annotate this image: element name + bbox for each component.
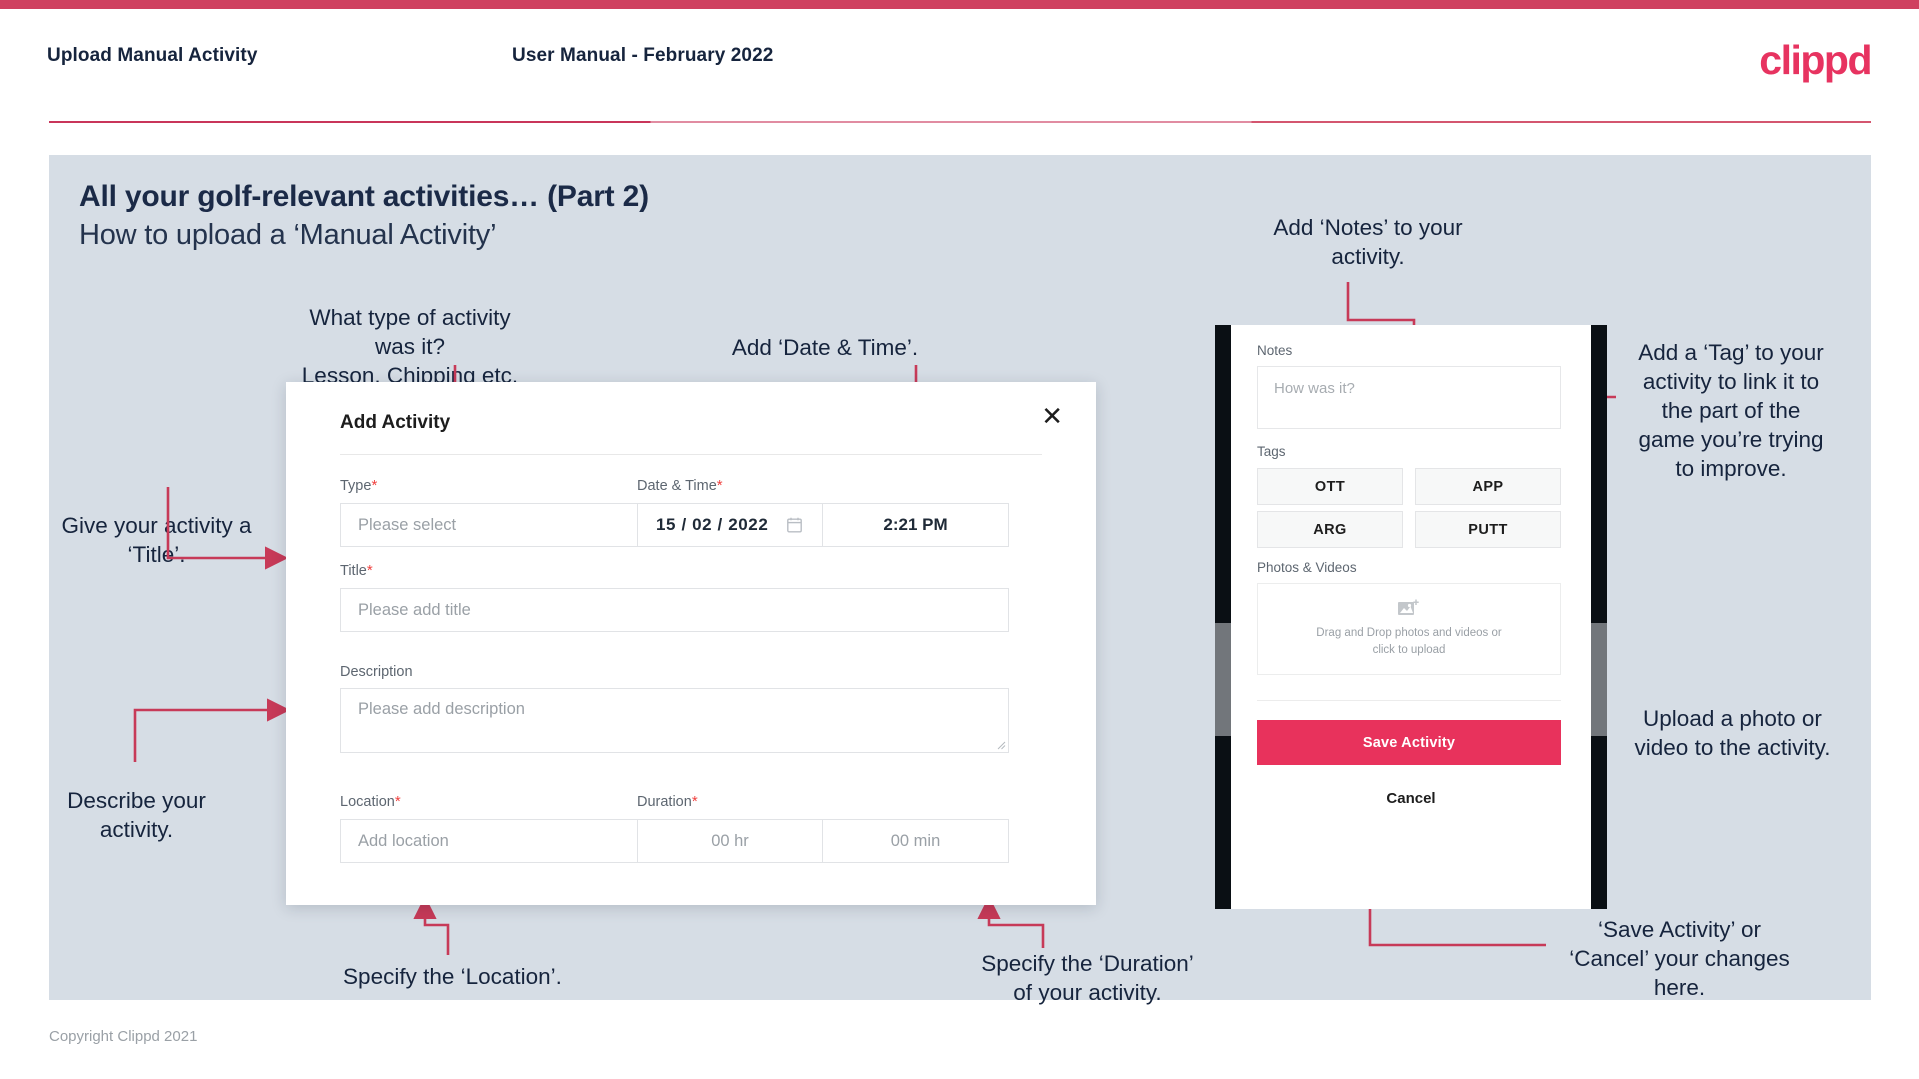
duration-label: Duration*	[637, 793, 698, 810]
type-placeholder: Please select	[358, 515, 457, 534]
datetime-label: Date & Time*	[637, 477, 723, 494]
clippd-logo: clippd	[1759, 37, 1872, 83]
mobile-divider	[1257, 700, 1561, 701]
mobile-upload-line2: click to upload	[1372, 644, 1446, 656]
slide-page: Upload Manual Activity User Manual - Feb…	[0, 0, 1919, 1079]
header-center-title: User Manual - February 2022	[512, 45, 774, 66]
slide-title-regular: How to upload a ‘Manual Activity’	[79, 219, 497, 251]
tag-app[interactable]: APP	[1415, 468, 1561, 505]
annotation-describe: Describe your activity.	[67, 788, 206, 842]
tag-ott[interactable]: OTT	[1257, 468, 1403, 505]
type-label: Type*	[340, 477, 377, 494]
duration-field: 00 hr 00 min	[637, 819, 1009, 863]
datetime-required-asterisk: *	[716, 477, 723, 494]
location-placeholder: Add location	[358, 831, 449, 850]
annotation-upload: Upload a photo or video to the activity.	[1634, 706, 1831, 760]
title-placeholder: Please add title	[358, 600, 471, 619]
add-activity-modal: Add Activity ✕ Type* Please select Date …	[286, 382, 1096, 905]
title-label: Title*	[340, 562, 373, 579]
copyright-text: Copyright Clippd 2021	[49, 1028, 198, 1045]
duration-hours-input[interactable]: 00 hr	[638, 820, 823, 862]
type-required-asterisk: *	[371, 477, 378, 494]
date-sep-1: /	[681, 515, 687, 534]
cancel-button[interactable]: Cancel	[1231, 790, 1591, 807]
datetime-label-text: Date & Time	[637, 478, 717, 494]
date-month: 02	[692, 515, 713, 534]
mobile-notes-placeholder: How was it?	[1274, 380, 1355, 397]
tag-arg[interactable]: ARG	[1257, 511, 1403, 548]
annotation-location: Specify the ‘Location’.	[343, 964, 562, 989]
annotation-save-cancel: ‘Save Activity’ or ‘Cancel’ your changes…	[1569, 917, 1790, 1000]
phone-bezel-right	[1591, 325, 1607, 909]
header-left-title: Upload Manual Activity	[47, 45, 258, 66]
duration-minutes-input[interactable]: 00 min	[823, 820, 1008, 862]
mobile-photos-label: Photos & Videos	[1257, 560, 1357, 575]
annotation-title: Give your activity a ‘Title’.	[61, 513, 252, 567]
close-icon[interactable]: ✕	[1041, 403, 1063, 429]
top-accent-bar	[0, 0, 1919, 9]
phone-screen: Notes How was it? Tags OTT APP ARG PUTT …	[1231, 325, 1591, 909]
mobile-phone-mock: Notes How was it? Tags OTT APP ARG PUTT …	[1215, 325, 1607, 909]
tag-putt[interactable]: PUTT	[1415, 511, 1561, 548]
datetime-field[interactable]: 15 / 02 / 2022 2:21 PM	[637, 503, 1009, 547]
type-label-text: Type	[340, 478, 372, 494]
mobile-notes-label: Notes	[1257, 343, 1293, 358]
mobile-upload-dropzone[interactable]: Drag and Drop photos and videos or click…	[1257, 583, 1561, 675]
date-year: 2022	[728, 515, 769, 534]
modal-title: Add Activity	[340, 412, 451, 433]
annotation-tag: Add a ‘Tag’ to your activity to link it …	[1638, 340, 1824, 481]
description-placeholder: Please add description	[358, 700, 525, 718]
location-required-asterisk: *	[394, 793, 401, 810]
annotation-datetime: Add ‘Date & Time’.	[731, 335, 919, 360]
header-divider	[49, 121, 1871, 123]
save-activity-button[interactable]: Save Activity	[1257, 720, 1561, 765]
duration-required-asterisk: *	[691, 793, 698, 810]
mobile-upload-line1: Drag and Drop photos and videos or	[1316, 627, 1502, 639]
mobile-tags-label: Tags	[1257, 444, 1286, 459]
modal-header-divider	[340, 454, 1042, 455]
title-label-text: Title	[340, 563, 367, 579]
title-required-asterisk: *	[366, 562, 373, 579]
title-input[interactable]: Please add title	[340, 588, 1009, 632]
time-input[interactable]: 2:21 PM	[823, 504, 1008, 546]
date-input[interactable]: 15 / 02 / 2022	[638, 504, 823, 546]
resize-handle-icon[interactable]	[996, 740, 1006, 750]
annotation-notes: Add ‘Notes’ to your activity.	[1273, 215, 1463, 269]
type-select[interactable]: Please select	[340, 503, 672, 547]
annotation-duration: Specify the ‘Duration’ of your activity.	[981, 951, 1194, 1005]
mobile-notes-textarea[interactable]: How was it?	[1257, 366, 1561, 429]
add-image-icon	[1398, 599, 1419, 615]
location-input[interactable]: Add location	[340, 819, 672, 863]
date-sep-2: /	[717, 515, 723, 534]
date-day: 15	[656, 515, 677, 534]
description-label: Description	[340, 664, 413, 680]
location-label: Location*	[340, 793, 401, 810]
annotation-type: What type of activity was it? Lesson, Ch…	[301, 305, 519, 388]
slide-title-bold: All your golf-relevant activities… (Part…	[79, 180, 649, 213]
duration-label-text: Duration	[637, 794, 692, 810]
location-label-text: Location	[340, 794, 395, 810]
phone-bezel-left	[1215, 325, 1231, 909]
description-textarea[interactable]: Please add description	[340, 688, 1009, 753]
calendar-icon[interactable]	[787, 517, 802, 533]
